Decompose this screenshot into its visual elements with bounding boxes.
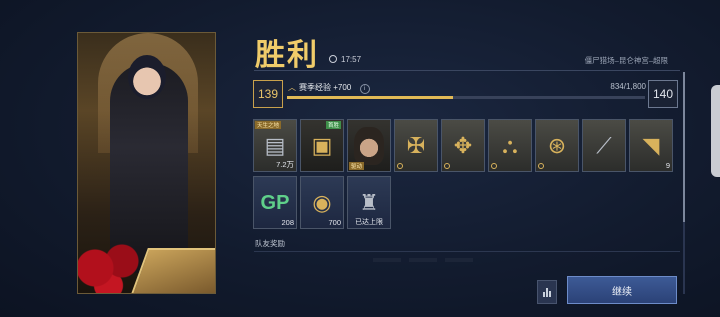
- roses-icon: [78, 233, 158, 293]
- reward-tile-emblem-1[interactable]: ✠: [394, 119, 438, 172]
- info-icon[interactable]: i: [359, 84, 370, 94]
- next-level-badge: 140: [648, 80, 678, 108]
- continue-button[interactable]: 继续: [567, 276, 677, 304]
- reward-tile-operator[interactable]: 驱动: [347, 119, 391, 172]
- reward-tile-gold-shard[interactable]: ◥ 9: [629, 119, 673, 172]
- gold-shard-icon: ◥: [642, 132, 660, 158]
- reward-tile-emblem-2[interactable]: ✥: [441, 119, 485, 172]
- exp-gain-line: ︿ 赛季经验 +700 i: [288, 82, 370, 94]
- current-level-badge: 139: [253, 80, 283, 108]
- ring-dot-icon: [444, 163, 450, 169]
- bar-chart-icon: [549, 291, 551, 297]
- operator-portrait-icon: [354, 126, 384, 165]
- ring-dot-icon: [397, 163, 403, 169]
- cash-stack-icon: ▤: [264, 132, 286, 158]
- reward-row-2: GP 208 ◉ 700 ♜ 已达上限: [253, 176, 391, 229]
- rewards-scrollbar[interactable]: [683, 72, 685, 294]
- battle-pass-coin-icon: ◉: [312, 189, 332, 215]
- rifle-icon: ⟋: [596, 132, 612, 158]
- reward-tile-emblem-3[interactable]: ⛬: [488, 119, 532, 172]
- bar-chart-icon: [546, 288, 548, 297]
- reward-caption: 已达上限: [355, 219, 383, 226]
- reward-tile-gp[interactable]: GP 208: [253, 176, 297, 229]
- character-portrait: [77, 32, 216, 294]
- teammate-slot: [373, 258, 401, 262]
- team-rewards-label: 队友奖励: [255, 239, 285, 248]
- exp-progress-fill: [287, 96, 453, 99]
- reward-tag: 天生之地: [255, 121, 282, 129]
- crate-icon: ▣: [311, 132, 333, 158]
- match-time-value: 17:57: [341, 55, 362, 64]
- gp-icon: GP: [260, 191, 290, 214]
- character-head: [128, 55, 166, 99]
- exp-progress-bar: [287, 96, 645, 99]
- stats-button[interactable]: [537, 280, 557, 304]
- rank-badge-icon: ♜: [359, 189, 379, 215]
- emblem-icon-4: ⊛: [547, 132, 567, 158]
- reward-tile-rifle[interactable]: ⟋: [582, 119, 626, 172]
- chevron-up-icon: ︿: [288, 83, 296, 92]
- exp-progress-value: 834/1,800: [610, 82, 646, 91]
- match-time: 17:57: [329, 55, 361, 64]
- teammate-slot: [445, 258, 473, 262]
- result-title: 胜利: [255, 39, 319, 72]
- reward-tile-bp-coin[interactable]: ◉ 700: [300, 176, 344, 229]
- reward-row-1: 天生之地 ▤ 7.2万 首胜 ▣ 驱动 ✠ ✥ ⛬ ⊛ ⟋ ◥ 9: [253, 119, 673, 172]
- reward-qty: 9: [665, 161, 670, 170]
- ring-dot-icon: [538, 163, 544, 169]
- reward-tag: 首胜: [325, 121, 341, 129]
- side-drawer-handle[interactable]: [711, 85, 720, 177]
- team-rewards-divider: [254, 251, 680, 252]
- reward-tile-rank[interactable]: ♜ 已达上限: [347, 176, 391, 229]
- ring-dot-icon: [491, 163, 497, 169]
- reward-qty: 700: [328, 218, 341, 227]
- emblem-icon-1: ✠: [406, 132, 426, 158]
- teammate-slot: [409, 258, 437, 262]
- header-divider: [254, 70, 680, 71]
- emblem-icon-2: ✥: [453, 132, 473, 158]
- reward-tile-emblem-4[interactable]: ⊛: [535, 119, 579, 172]
- game-mode-label: 僵尸猎场–昆仑神宫–超限: [584, 56, 668, 65]
- reward-tile-crate[interactable]: 首胜 ▣: [300, 119, 344, 172]
- exp-label: 赛季经验: [299, 83, 331, 92]
- clock-icon: [329, 55, 337, 63]
- bar-chart-icon: [543, 292, 545, 297]
- exp-gain-value: +700: [333, 83, 352, 92]
- reward-qty: 208: [281, 218, 294, 227]
- reward-qty: 7.2万: [276, 160, 294, 169]
- emblem-icon-3: ⛬: [502, 132, 518, 158]
- reward-tag: 驱动: [349, 162, 365, 170]
- scrollbar-thumb[interactable]: [683, 72, 685, 222]
- reward-tile-cash[interactable]: 天生之地 ▤ 7.2万: [253, 119, 297, 172]
